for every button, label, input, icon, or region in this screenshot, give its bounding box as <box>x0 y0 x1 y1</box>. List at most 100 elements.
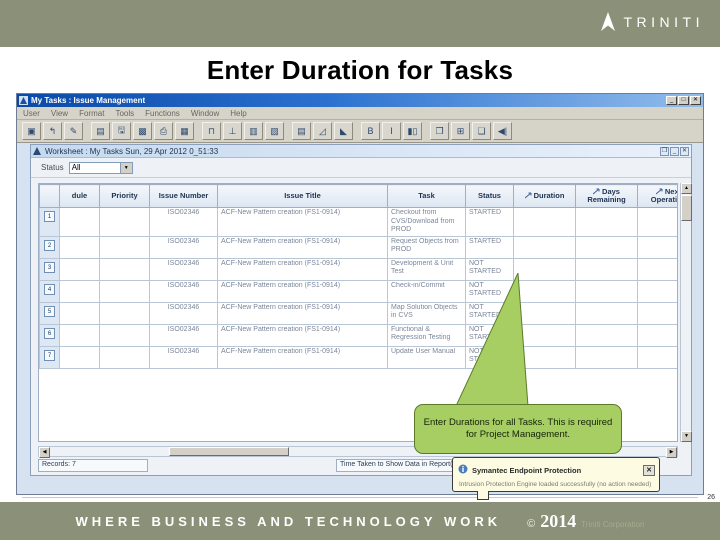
column-header-label: Priority <box>111 190 138 200</box>
cell-schedule <box>59 323 100 347</box>
column-header-priority[interactable]: Priority <box>99 184 150 208</box>
cell-days_rem <box>575 207 638 237</box>
footer-tagline: WHERE BUSINESS AND TECHNOLOGY WORK <box>75 513 502 529</box>
column-header-task[interactable]: Task <box>387 184 466 208</box>
column-header-schedule[interactable]: dule <box>59 184 100 208</box>
column-header-days_rem[interactable]: Days Remaining <box>575 184 638 208</box>
maximize-button[interactable]: □ <box>678 96 689 105</box>
cell-next_op <box>637 345 677 369</box>
cell-text: ACF-New Pattern creation (FS1-0914) <box>221 259 341 267</box>
row-marker-icon[interactable]: 1 <box>44 211 55 222</box>
column-header-title[interactable]: Issue Title <box>217 184 388 208</box>
chart-area-icon[interactable]: ◣ <box>334 122 353 140</box>
row-marker-icon[interactable]: 4 <box>44 283 55 295</box>
row-select-cell[interactable]: 7 <box>39 345 60 369</box>
save-icon[interactable]: 🖫 <box>112 122 131 140</box>
menu-item-user[interactable]: User <box>23 109 40 118</box>
new-record-icon[interactable]: ▣ <box>22 122 41 140</box>
chart-line-icon[interactable]: ◿ <box>313 122 332 140</box>
sort-icon[interactable] <box>655 188 664 195</box>
cell-text: ACF-New Pattern creation (FS1-0914) <box>221 209 341 216</box>
worksheet-icon <box>33 142 41 160</box>
minimize-button[interactable]: _ <box>666 96 677 105</box>
app-title: My Tasks : Issue Management <box>31 96 146 105</box>
table-row[interactable]: 6 ISO02346 ACF-New Pattern creation (FS1-0… <box>39 323 677 347</box>
print-preview-icon[interactable]: ⎙ <box>154 122 173 140</box>
copy-icon[interactable]: ❐ <box>430 122 449 140</box>
row-marker-icon[interactable]: 7 <box>44 349 55 361</box>
grid-icon[interactable]: ▥ <box>244 122 263 140</box>
edit-icon[interactable]: ✎ <box>64 122 83 140</box>
menu-item-format[interactable]: Format <box>79 109 104 118</box>
cell-duration[interactable] <box>513 207 576 237</box>
row-marker-icon[interactable]: 3 <box>44 261 55 273</box>
undo-icon[interactable]: ↰ <box>43 122 62 140</box>
cell-days_rem <box>575 235 638 259</box>
slide-page-number: 26 <box>707 494 715 501</box>
minimize-button[interactable]: _ <box>670 146 679 156</box>
table-row[interactable]: 7 ISO02346 ACF-New Pattern creation (FS1-0… <box>39 345 677 369</box>
columns-icon[interactable]: ⊓ <box>202 122 221 140</box>
menu-item-functions[interactable]: Functions <box>145 109 180 118</box>
bold-icon[interactable]: B <box>361 122 380 140</box>
row-select-cell[interactable]: 3 <box>39 257 60 281</box>
column-header-status[interactable]: Status <box>465 184 514 208</box>
exit-icon[interactable]: ◀| <box>493 122 512 140</box>
column-header-sel[interactable] <box>39 184 60 208</box>
menu-item-help[interactable]: Help <box>230 109 246 118</box>
vertical-scroll-thumb[interactable] <box>681 195 692 221</box>
column-header-label: dule <box>71 190 88 200</box>
close-icon[interactable]: ✕ <box>643 464 655 476</box>
row-select-cell[interactable]: 1 <box>39 207 60 237</box>
menu-item-window[interactable]: Window <box>191 109 219 118</box>
scroll-down-button[interactable]: ▼ <box>681 431 692 442</box>
tile-windows-icon[interactable]: ❏ <box>472 122 491 140</box>
highlight-icon[interactable]: ▨ <box>265 122 284 140</box>
menu-item-tools[interactable]: Tools <box>115 109 134 118</box>
query-icon[interactable]: ▤ <box>91 122 110 140</box>
close-button[interactable]: ✕ <box>680 146 689 156</box>
sort-icon[interactable] <box>524 192 533 199</box>
row-select-cell[interactable]: 2 <box>39 235 60 259</box>
scroll-up-button[interactable]: ▲ <box>681 183 692 194</box>
column-header-issue_no[interactable]: Issue Number <box>149 184 218 208</box>
cell-text: ISO02346 <box>167 325 200 333</box>
vertical-scrollbar[interactable]: ▲ ▼ <box>680 183 692 442</box>
column-header-duration[interactable]: Duration <box>513 184 576 208</box>
italic-icon[interactable]: I <box>382 122 401 140</box>
properties-icon[interactable]: ▤ <box>292 122 311 140</box>
table-row[interactable]: 2 ISO02346 ACF-New Pattern creation (FS1-0… <box>39 235 677 259</box>
cell-next_op <box>637 207 677 237</box>
table-row[interactable]: 3 ISO02346 ACF-New Pattern creation (FS1-0… <box>39 257 677 281</box>
row-marker-icon[interactable]: 6 <box>44 327 55 339</box>
table-row[interactable]: 5 ISO02346 ACF-New Pattern creation (FS1-0… <box>39 301 677 325</box>
report-icon[interactable]: ▦ <box>175 122 194 140</box>
scroll-left-button[interactable]: ◀ <box>39 447 50 458</box>
row-select-cell[interactable]: 5 <box>39 301 60 325</box>
close-button[interactable]: ✕ <box>690 96 701 105</box>
restore-button[interactable]: ❐ <box>660 146 669 156</box>
chevron-down-icon[interactable]: ▼ <box>119 162 132 173</box>
row-marker-icon[interactable]: 5 <box>44 305 55 317</box>
row-select-cell[interactable]: 6 <box>39 323 60 347</box>
sort-icon[interactable] <box>592 188 601 195</box>
table-row[interactable]: 1 ISO02346 ACF-New Pattern creation (FS1-0… <box>39 207 677 237</box>
row-marker-icon[interactable]: 2 <box>44 239 55 251</box>
group-icon[interactable]: ⊥ <box>223 122 242 140</box>
cell-title: ACF-New Pattern creation (FS1-0914) <box>217 323 388 347</box>
notification-tail <box>477 491 489 500</box>
table-row[interactable]: 4 ISO02346 ACF-New Pattern creation (FS1-0… <box>39 279 677 303</box>
horizontal-scroll-thumb[interactable] <box>169 447 289 456</box>
column-header-next_op[interactable]: Next Operation <box>637 184 677 208</box>
row-select-cell[interactable]: 4 <box>39 279 60 303</box>
menu-bar: User View Format Tools Functions Window … <box>17 107 703 120</box>
export-excel-icon[interactable]: ▩ <box>133 122 152 140</box>
cell-title: ACF-New Pattern creation (FS1-0914) <box>217 301 388 325</box>
triniti-logo: TRINITI <box>599 12 705 32</box>
cell-duration[interactable] <box>513 235 576 259</box>
status-filter-select[interactable]: All ▼ <box>68 161 133 174</box>
bar-chart-icon[interactable]: ▮▯ <box>403 122 422 140</box>
freeze-pane-icon[interactable]: ⊞ <box>451 122 470 140</box>
menu-item-view[interactable]: View <box>51 109 68 118</box>
scroll-right-button[interactable]: ▶ <box>666 447 677 458</box>
